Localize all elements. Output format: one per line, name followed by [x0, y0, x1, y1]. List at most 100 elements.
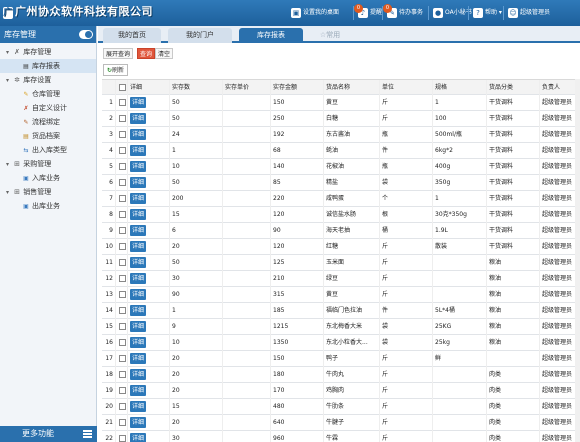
header-qty[interactable]: 实存数 — [170, 80, 223, 96]
detail-button[interactable]: 详细 — [130, 97, 147, 108]
row-select-checkbox[interactable] — [119, 243, 126, 250]
row-select-checkbox[interactable] — [119, 163, 126, 170]
detail-button[interactable]: 详细 — [130, 241, 147, 252]
detail-button[interactable]: 详细 — [130, 417, 147, 428]
row-select-checkbox[interactable] — [119, 115, 126, 122]
detail-button[interactable]: 详细 — [130, 257, 147, 268]
detail-button[interactable]: 详细 — [130, 113, 147, 124]
row-select-checkbox[interactable] — [119, 403, 126, 410]
row-select-checkbox[interactable] — [119, 131, 126, 138]
table-row[interactable]: 7 详细 200 220 咸鸭蛋个 1 干货调料 超级管理员 — [102, 191, 580, 207]
detail-button[interactable]: 详细 — [130, 433, 147, 442]
header-price[interactable]: 实存单价 — [223, 80, 271, 96]
row-select-checkbox[interactable] — [119, 387, 126, 394]
sidebar-item-inbound[interactable]: ▣ 入库业务 — [0, 171, 96, 185]
row-checkbox[interactable] — [116, 95, 128, 111]
header-select-all[interactable] — [116, 80, 128, 96]
header-owner[interactable]: 负责人 — [540, 80, 580, 96]
table-row[interactable]: 12 详细 30 210 绿豆斤 粮油 超级管理员 — [102, 271, 580, 287]
sidebar-toggle[interactable] — [79, 30, 93, 39]
detail-button[interactable]: 详细 — [130, 369, 147, 380]
row-select-checkbox[interactable] — [119, 419, 126, 426]
row-checkbox[interactable] — [116, 143, 128, 159]
row-select-checkbox[interactable] — [119, 99, 126, 106]
row-select-checkbox[interactable] — [119, 211, 126, 218]
sidebar-item-inventory-report[interactable]: ▤ 库存报表 — [0, 59, 96, 73]
row-select-checkbox[interactable] — [119, 259, 126, 266]
row-checkbox[interactable] — [116, 367, 128, 383]
detail-button[interactable]: 详细 — [130, 401, 147, 412]
row-select-checkbox[interactable] — [119, 435, 126, 442]
row-checkbox[interactable] — [116, 223, 128, 239]
header-unit[interactable]: 单位 — [380, 80, 433, 96]
row-checkbox[interactable] — [116, 127, 128, 143]
row-select-checkbox[interactable] — [119, 307, 126, 314]
row-checkbox[interactable] — [116, 207, 128, 223]
table-row[interactable]: 21 详细 20 640 牛腱子斤 肉类 超级管理员 — [102, 415, 580, 431]
row-checkbox[interactable] — [116, 239, 128, 255]
table-row[interactable]: 16 详细 10 1350 东北小粒香大... 袋 25kg 粮油 超级管理员 — [102, 335, 580, 351]
row-checkbox[interactable] — [116, 303, 128, 319]
topnav-help[interactable]: ? 帮助 ▾ — [473, 6, 502, 20]
row-checkbox[interactable] — [116, 175, 128, 191]
sidebar-group-inventory[interactable]: ▾ ✗ 库存管理 — [0, 45, 96, 59]
row-select-checkbox[interactable] — [119, 355, 126, 362]
detail-button[interactable]: 详细 — [130, 353, 147, 364]
row-select-checkbox[interactable] — [119, 275, 126, 282]
row-checkbox[interactable] — [116, 351, 128, 367]
expand-query-button[interactable]: 展开查询 — [103, 48, 134, 59]
table-row[interactable]: 6 详细 50 85 精盐袋 350g 干货调料 超级管理员 — [102, 175, 580, 191]
table-row[interactable]: 11 详细 50 125 玉米面斤 粮油 超级管理员 — [102, 255, 580, 271]
table-row[interactable]: 2 详细 50 250 白糖斤 100 干货调料 超级管理员 — [102, 111, 580, 127]
topnav-todo[interactable]: ✎ 0 待办事务 — [383, 3, 423, 20]
table-row[interactable]: 22 详细 30 960 牛霖斤 肉类 超级管理员 — [102, 431, 580, 442]
detail-button[interactable]: 详细 — [130, 177, 147, 188]
row-checkbox[interactable] — [116, 335, 128, 351]
row-select-checkbox[interactable] — [119, 371, 126, 378]
row-checkbox[interactable] — [116, 399, 128, 415]
row-checkbox[interactable] — [116, 159, 128, 175]
refresh-button[interactable]: ↻刷新 — [103, 64, 129, 76]
detail-button[interactable]: 详细 — [130, 289, 147, 300]
row-select-checkbox[interactable] — [119, 339, 126, 346]
row-select-checkbox[interactable] — [119, 323, 126, 330]
sidebar-item-custom-design[interactable]: ✗ 自定义设计 — [0, 101, 96, 115]
topnav-reminder[interactable]: ♪ 0 提醒 — [354, 3, 382, 20]
header-goods-name[interactable]: 货品名称 — [324, 80, 380, 96]
table-row[interactable]: 9 详细 6 90 海天老抽桶 1.9L 干货调料 超级管理员 — [102, 223, 580, 239]
tab-portal[interactable]: 我的门户 — [168, 28, 232, 43]
header-amount[interactable]: 实存金额 — [271, 80, 324, 96]
detail-button[interactable]: 详细 — [130, 225, 147, 236]
topnav-user[interactable]: ☺ 超级管理员 — [508, 6, 550, 20]
row-checkbox[interactable] — [116, 415, 128, 431]
detail-button[interactable]: 详细 — [130, 305, 147, 316]
row-select-checkbox[interactable] — [119, 147, 126, 154]
row-select-checkbox[interactable] — [119, 291, 126, 298]
row-checkbox[interactable] — [116, 255, 128, 271]
tab-common[interactable]: ☆常用 — [310, 28, 350, 43]
table-row[interactable]: 14 详细 1 185 福临门色拉油件 5L*4桶 粮油 超级管理员 — [102, 303, 580, 319]
table-row[interactable]: 3 详细 24 192 东古酱油瓶 500ml/瓶 干货调料 超级管理员 — [102, 127, 580, 143]
row-select-checkbox[interactable] — [119, 227, 126, 234]
sidebar-group-settings[interactable]: ▾ ✲ 库存设置 — [0, 73, 96, 87]
topnav-desktop[interactable]: ▣ 设置我的桌面 — [291, 6, 339, 20]
detail-button[interactable]: 详细 — [130, 193, 147, 204]
table-row[interactable]: 19 详细 20 170 鸡胸肉斤 肉类 超级管理员 — [102, 383, 580, 399]
row-checkbox[interactable] — [116, 271, 128, 287]
detail-button[interactable]: 详细 — [130, 145, 147, 156]
query-button[interactable]: 查询 — [137, 48, 156, 59]
detail-button[interactable]: 详细 — [130, 209, 147, 220]
detail-button[interactable]: 详细 — [130, 273, 147, 284]
sidebar-item-goods-archive[interactable]: ▤ 货品档案 — [0, 129, 96, 143]
table-row[interactable]: 5 详细 10 140 花椒油瓶 400g 干货调料 超级管理员 — [102, 159, 580, 175]
header-category[interactable]: 货品分类 — [487, 80, 540, 96]
detail-button[interactable]: 详细 — [130, 161, 147, 172]
table-row[interactable]: 13 详细 90 315 黄豆斤 粮油 超级管理员 — [102, 287, 580, 303]
row-checkbox[interactable] — [116, 287, 128, 303]
vertical-scrollbar[interactable] — [575, 79, 580, 442]
table-row[interactable]: 8 详细 15 120 诚信盐水肠根 30克*350g 干货调料 超级管理员 — [102, 207, 580, 223]
table-row[interactable]: 17 详细 20 150 鸭子斤鲜 超级管理员 — [102, 351, 580, 367]
topnav-secretary[interactable]: ● OA小秘书 — [433, 6, 472, 20]
sidebar-item-warehouse[interactable]: ✎ 仓库管理 — [0, 87, 96, 101]
header-spec[interactable]: 规格 — [433, 80, 487, 96]
